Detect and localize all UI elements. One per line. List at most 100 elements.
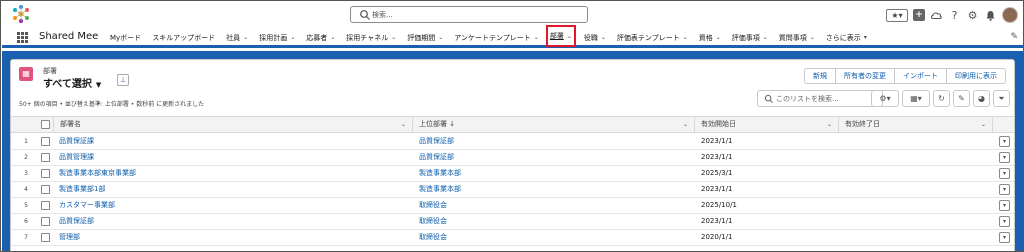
row-checkbox[interactable] — [41, 201, 50, 210]
edit-nav-pencil-icon[interactable]: ✎ — [1010, 32, 1018, 42]
row-checkbox[interactable] — [41, 217, 50, 226]
department-name-link[interactable]: 品質管理課 — [53, 150, 413, 165]
row-number: 2 — [24, 154, 28, 161]
chevron-down-icon: ⌄ — [330, 34, 336, 41]
app-nav-bar: Shared Mee Myボード スキルアップボード 社員 ⌄ 採用計画 ⌄ 応募者… — [2, 25, 1023, 48]
row-actions-dropdown-icon[interactable]: ▾ — [999, 232, 1010, 243]
end-date-value — [839, 214, 993, 229]
nav-item-applicants[interactable]: 応募者 ⌄ — [304, 28, 337, 47]
parent-department-link[interactable]: 品質保証部 — [413, 150, 695, 165]
user-avatar[interactable] — [1002, 7, 1018, 23]
nav-item-more[interactable]: さらに表示 ▾ — [824, 28, 869, 47]
start-date-value: 2023/1/1 — [701, 185, 733, 193]
nav-item-evaluation-period[interactable]: 評価期間 ⌄ — [405, 28, 445, 47]
row-checkbox[interactable] — [41, 169, 50, 178]
table-header: 部署名 ⌄ 上位部署 ↓ ⌄ 有効開始日 ⌄ 有効終了日 ⌄ — [11, 116, 1014, 133]
column-header-start-date[interactable]: 有効開始日 ⌄ — [695, 117, 839, 132]
trailhead-cloud-icon[interactable] — [930, 9, 943, 22]
nav-item-evaluation-templates[interactable]: 評価表テンプレート ⌄ — [615, 28, 690, 47]
row-checkbox[interactable] — [41, 137, 50, 146]
notification-bell-icon[interactable] — [984, 9, 997, 22]
list-view-selector[interactable]: すべて選択 ▼ — [43, 75, 101, 90]
list-view-card: ▦ 部署 すべて選択 ▼ ⊥ 新規 所有者の変更 インポート 印刷用に表示 50+… — [10, 59, 1015, 251]
row-actions-dropdown-icon[interactable]: ▾ — [999, 200, 1010, 211]
global-add-icon[interactable]: + — [913, 9, 925, 21]
nav-item-hiring-channels[interactable]: 採用チャネル ⌄ — [344, 28, 398, 47]
nav-item-evaluation-items[interactable]: 評価事項 ⌄ — [730, 28, 770, 47]
list-search-placeholder: このリストを検索... — [776, 95, 839, 103]
row-number: 3 — [24, 170, 28, 177]
chevron-down-icon: ⌄ — [600, 34, 606, 41]
app-launcher-icon[interactable] — [17, 32, 28, 43]
table-row: 5 カスタマー事業部 取締役会 2025/10/1 ▾ — [11, 198, 1014, 214]
row-checkbox[interactable] — [41, 233, 50, 242]
pin-list-view-icon[interactable]: ⊥ — [117, 74, 129, 86]
list-meta-info: 50+ 個の項目 • 並び替え基準: 上位部署 • 数秒前 に更新されました — [19, 101, 205, 108]
row-number: 1 — [24, 138, 28, 145]
new-button[interactable]: 新規 — [804, 68, 836, 84]
row-checkbox[interactable] — [41, 153, 50, 162]
nav-item-departments[interactable]: 部署 ⌄ — [545, 25, 576, 47]
parent-department-link[interactable]: 製造事業本部 — [413, 182, 695, 197]
parent-department-link[interactable]: 取締役会 — [413, 198, 695, 213]
app-logo-icon[interactable] — [10, 4, 32, 24]
start-date-value: 2023/1/1 — [701, 153, 733, 161]
nav-item-question-items[interactable]: 質問事項 ⌄ — [777, 28, 817, 47]
setup-gear-icon[interactable]: ⚙ — [966, 9, 979, 22]
global-search-input[interactable]: 検索... — [350, 6, 588, 23]
row-actions-dropdown-icon[interactable]: ▾ — [999, 216, 1010, 227]
nav-item-employees[interactable]: 社員 ⌄ — [224, 28, 250, 47]
help-icon[interactable]: ? — [948, 9, 961, 22]
list-settings-gear-icon[interactable]: ⚙▾ — [871, 90, 899, 107]
list-view-tools: ⚙▾ ▦▾ ↻ ✎ ◕ ⏷ — [871, 90, 1010, 107]
row-actions-dropdown-icon[interactable]: ▾ — [999, 184, 1010, 195]
row-checkbox[interactable] — [41, 185, 50, 194]
caret-down-icon: ▼ — [95, 81, 102, 89]
department-name-link[interactable]: 管理部 — [53, 230, 413, 245]
refresh-icon[interactable]: ↻ — [933, 90, 950, 107]
nav-item-my-board[interactable]: Myボード — [108, 28, 143, 47]
list-view-name: すべて選択 — [43, 79, 92, 90]
end-date-value — [839, 230, 993, 245]
parent-department-link[interactable]: 取締役会 — [413, 230, 695, 245]
department-name-link[interactable]: 品質保証部 — [53, 214, 413, 229]
favorites-star-icon[interactable]: ★▾ — [886, 8, 908, 22]
filter-icon[interactable]: ⏷ — [993, 90, 1010, 107]
department-name-link[interactable]: 製造事業本部東京事業部 — [53, 166, 413, 181]
department-name-link[interactable]: 製造事業部1部 — [53, 182, 413, 197]
row-actions-dropdown-icon[interactable]: ▾ — [999, 152, 1010, 163]
table-row: 6 品質保証部 取締役会 2023/1/1 ▾ — [11, 214, 1014, 230]
start-date-value: 2020/1/1 — [701, 233, 733, 241]
nav-item-survey-templates[interactable]: アンケートテンプレート ⌄ — [452, 28, 541, 47]
select-all-checkbox[interactable] — [41, 120, 50, 129]
end-date-value — [839, 166, 993, 181]
printable-view-button[interactable]: 印刷用に表示 — [946, 68, 1006, 84]
display-as-table-icon[interactable]: ▦▾ — [902, 90, 930, 107]
department-name-link[interactable]: 品質保証課 — [53, 134, 413, 149]
nav-item-positions[interactable]: 役職 ⌄ — [582, 28, 608, 47]
column-header-parent[interactable]: 上位部署 ↓ ⌄ — [413, 117, 695, 132]
chevron-down-icon: ⌄ — [682, 121, 688, 128]
row-actions-dropdown-icon[interactable]: ▾ — [999, 136, 1010, 147]
inline-edit-pencil-icon[interactable]: ✎ — [953, 90, 970, 107]
parent-department-link[interactable]: 取締役会 — [413, 214, 695, 229]
nav-item-hiring-plan[interactable]: 採用計画 ⌄ — [257, 28, 297, 47]
search-placeholder: 検索... — [372, 11, 393, 19]
parent-department-link[interactable]: 品質保証部 — [413, 134, 695, 149]
column-header-end-date[interactable]: 有効終了日 ⌄ — [839, 117, 993, 132]
end-date-value — [839, 150, 993, 165]
list-search-input[interactable]: このリストを検索... — [757, 90, 883, 107]
chevron-down-icon: ⌄ — [566, 32, 572, 40]
parent-department-link[interactable]: 製造事業本部 — [413, 166, 695, 181]
global-header: 検索... ★▾ + ? ⚙ — [2, 1, 1023, 28]
row-actions-dropdown-icon[interactable]: ▾ — [999, 168, 1010, 179]
charts-icon[interactable]: ◕ — [973, 90, 990, 107]
change-owner-button[interactable]: 所有者の変更 — [835, 68, 895, 84]
nav-item-qualifications[interactable]: 資格 ⌄ — [697, 28, 723, 47]
nav-item-skillup-board[interactable]: スキルアップボード — [150, 28, 217, 47]
department-name-link[interactable]: カスタマー事業部 — [53, 198, 413, 213]
app-name: Shared Mee — [39, 31, 99, 42]
column-header-name[interactable]: 部署名 ⌄ — [53, 117, 413, 132]
chevron-down-icon: ⌄ — [762, 34, 768, 41]
import-button[interactable]: インポート — [894, 68, 947, 84]
